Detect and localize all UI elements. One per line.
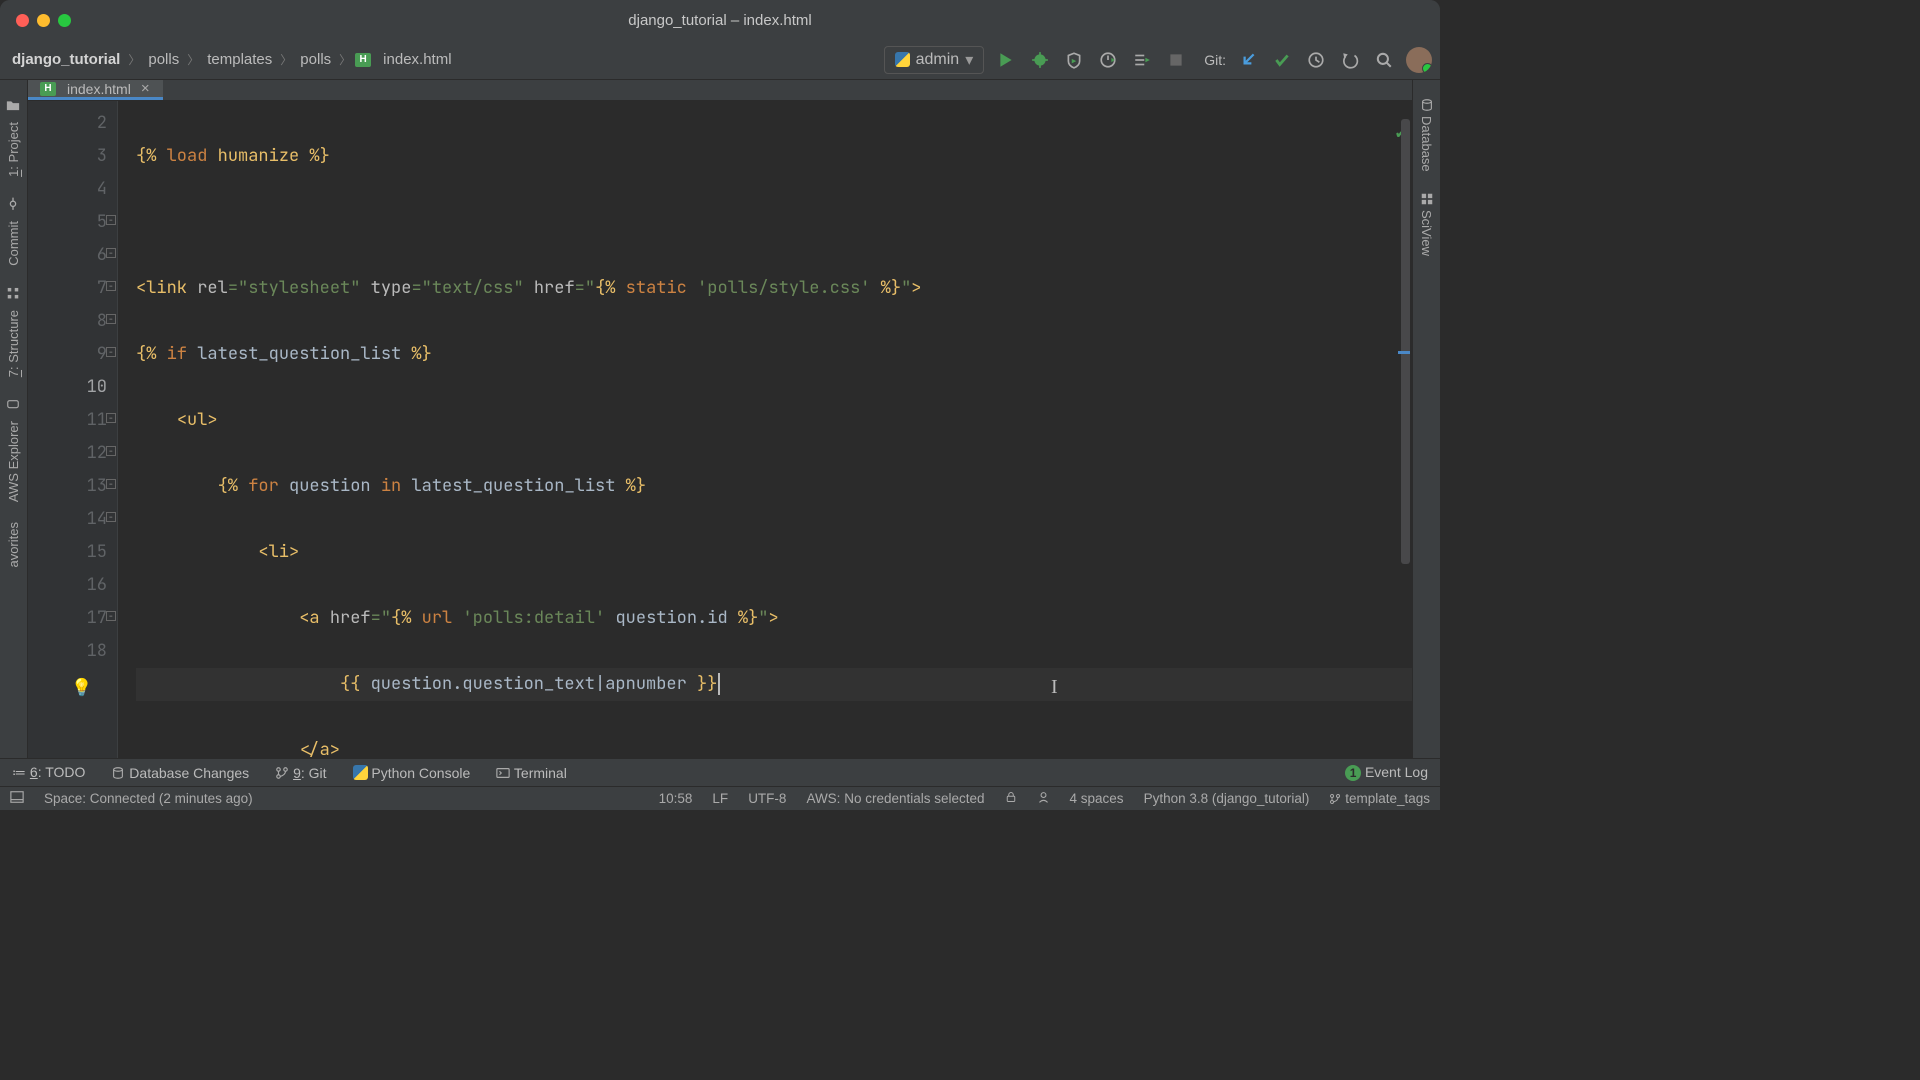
tool-aws-explorer[interactable]: AWS Explorer — [6, 387, 21, 512]
status-git-branch[interactable]: template_tags — [1329, 791, 1430, 806]
breadcrumb-file[interactable]: index.html — [379, 49, 455, 70]
folder-icon — [7, 98, 21, 112]
text-caret — [718, 673, 720, 695]
search-everywhere-button[interactable] — [1372, 48, 1396, 72]
tool-git[interactable]: 9: Git — [275, 765, 326, 781]
branch-icon — [1329, 793, 1341, 805]
breadcrumb-item[interactable]: polls — [296, 49, 335, 70]
fold-icon[interactable]: − — [106, 611, 116, 621]
gutter[interactable]: 2 3 4 5− 6− 7− 8− 9− 10 11− 12− 13− 14− … — [28, 101, 118, 758]
chevron-right-icon: 〉 — [128, 51, 140, 68]
fold-icon[interactable]: − — [106, 446, 116, 456]
git-pull-button[interactable] — [1236, 48, 1260, 72]
commit-icon — [7, 197, 21, 211]
close-tab-icon[interactable]: × — [138, 80, 153, 97]
stop-button[interactable] — [1164, 48, 1188, 72]
editor-area: index.html × 2 3 4 5− 6− 7− 8− 9− 10 11−… — [28, 80, 1412, 758]
minimize-window-button[interactable] — [37, 14, 50, 27]
scroll-thumb[interactable] — [1401, 119, 1410, 564]
chevron-right-icon: 〉 — [280, 51, 292, 68]
python-icon — [895, 52, 910, 67]
status-interpreter[interactable]: Python 3.8 (django_tutorial) — [1144, 791, 1310, 806]
structure-icon — [7, 286, 21, 300]
run-config-name: admin — [916, 51, 960, 69]
status-space[interactable]: Space: Connected (2 minutes ago) — [44, 791, 253, 806]
fold-icon[interactable]: − — [106, 413, 116, 423]
fold-icon[interactable]: − — [106, 347, 116, 357]
titlebar: django_tutorial – index.html — [0, 0, 1440, 40]
run-config-selector[interactable]: admin ▾ — [884, 46, 985, 74]
intention-bulb-icon[interactable]: 💡 — [71, 672, 92, 705]
tool-structure[interactable]: 7: Structure — [6, 276, 21, 387]
tool-todo[interactable]: ≔ 6: TODO — [12, 764, 85, 781]
event-log-badge: 1 — [1345, 765, 1361, 781]
tab-label: index.html — [67, 81, 131, 97]
window-title: django_tutorial – index.html — [628, 12, 811, 29]
terminal-icon — [496, 766, 510, 780]
status-line-ending[interactable]: LF — [712, 791, 728, 806]
git-commit-button[interactable] — [1270, 48, 1294, 72]
breadcrumb-item[interactable]: polls — [144, 49, 183, 70]
fold-icon[interactable]: − — [106, 281, 116, 291]
left-tool-stripe: 1: Project Commit 7: Structure AWS Explo… — [0, 80, 28, 758]
chevron-right-icon: 〉 — [187, 51, 199, 68]
status-ide-icon[interactable] — [10, 790, 24, 807]
profile-button[interactable] — [1096, 48, 1120, 72]
bottom-toolbar: ≔ 6: TODO Database Changes 9: Git Python… — [0, 758, 1440, 786]
fold-icon[interactable]: − — [106, 512, 116, 522]
lock-icon[interactable] — [1005, 791, 1017, 806]
tool-project[interactable]: 1: Project — [6, 88, 21, 187]
tool-favorites[interactable]: avorites — [6, 512, 21, 578]
maximize-window-button[interactable] — [58, 14, 71, 27]
html-file-icon — [40, 82, 56, 96]
editor-scrollbar[interactable]: ✔ — [1398, 111, 1410, 661]
editor-tabs: index.html × — [28, 80, 1412, 101]
status-time[interactable]: 10:58 — [659, 791, 693, 806]
breadcrumb-project[interactable]: django_tutorial — [8, 49, 124, 70]
chevron-right-icon: 〉 — [339, 51, 351, 68]
run-tasks-button[interactable] — [1130, 48, 1154, 72]
navigation-toolbar: django_tutorial 〉 polls 〉 templates 〉 po… — [0, 40, 1440, 80]
inspector-icon[interactable] — [1037, 791, 1050, 807]
tool-db-changes[interactable]: Database Changes — [111, 765, 249, 781]
status-aws[interactable]: AWS: No credentials selected — [806, 791, 984, 806]
git-label: Git: — [1204, 52, 1226, 68]
python-icon — [353, 765, 368, 780]
status-encoding[interactable]: UTF-8 — [748, 791, 786, 806]
text-cursor-icon: I — [1051, 671, 1058, 704]
avatar[interactable] — [1406, 47, 1432, 73]
tab-index-html[interactable]: index.html × — [28, 80, 163, 100]
fold-icon[interactable]: − — [106, 314, 116, 324]
editor[interactable]: 2 3 4 5− 6− 7− 8− 9− 10 11− 12− 13− 14− … — [28, 101, 1412, 758]
aws-icon — [7, 397, 21, 411]
chevron-down-icon: ▾ — [965, 50, 973, 70]
close-window-button[interactable] — [16, 14, 29, 27]
status-indent[interactable]: 4 spaces — [1070, 791, 1124, 806]
tool-commit[interactable]: Commit — [6, 187, 21, 276]
breadcrumb[interactable]: django_tutorial 〉 polls 〉 templates 〉 po… — [8, 49, 456, 70]
run-coverage-button[interactable] — [1062, 48, 1086, 72]
debug-button[interactable] — [1028, 48, 1052, 72]
status-bar: Space: Connected (2 minutes ago) 10:58 L… — [0, 786, 1440, 810]
html-file-icon — [355, 53, 371, 67]
breadcrumb-item[interactable]: templates — [203, 49, 276, 70]
fold-icon[interactable]: − — [106, 479, 116, 489]
code-area[interactable]: {% load humanize %} <link rel="styleshee… — [118, 101, 1412, 758]
event-log-button[interactable]: 1 Event Log — [1345, 764, 1428, 781]
fold-icon[interactable]: − — [106, 215, 116, 225]
database-icon — [111, 766, 125, 780]
marker-caret[interactable] — [1398, 351, 1410, 354]
database-icon — [1420, 98, 1434, 112]
git-revert-button[interactable] — [1338, 48, 1362, 72]
fold-icon[interactable]: − — [106, 248, 116, 258]
tool-terminal[interactable]: Terminal — [496, 765, 567, 781]
git-history-button[interactable] — [1304, 48, 1328, 72]
panel-icon — [10, 790, 24, 804]
run-button[interactable] — [994, 48, 1018, 72]
tool-python-console[interactable]: Python Console — [353, 765, 471, 781]
branch-icon — [275, 766, 289, 780]
